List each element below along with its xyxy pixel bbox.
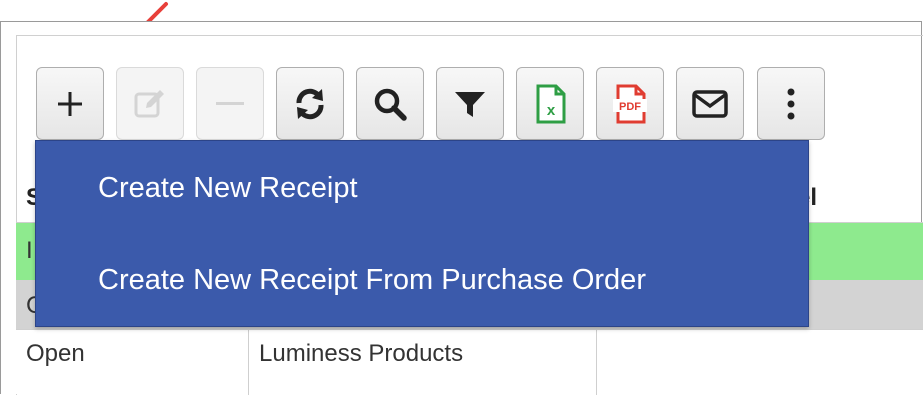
status-cell: I [26, 237, 33, 264]
refresh-button[interactable] [276, 67, 344, 140]
column-divider [596, 330, 597, 395]
filter-icon [455, 91, 485, 117]
delete-button[interactable] [196, 67, 264, 140]
pdf-file-icon: PDF [613, 84, 647, 123]
svg-text:PDF: PDF [619, 101, 641, 113]
menu-item-create-receipt-from-po[interactable]: Create New Receipt From Purchase Order [98, 264, 646, 297]
status-cell: Open [26, 340, 85, 367]
svg-text:x: x [547, 102, 556, 119]
excel-export-button[interactable]: x [516, 67, 584, 140]
more-button[interactable] [757, 67, 825, 140]
column-divider [248, 330, 249, 395]
add-button[interactable] [36, 67, 104, 140]
edit-button[interactable] [116, 67, 184, 140]
vendor-cell: Luminess Products [259, 340, 464, 367]
email-button[interactable] [676, 67, 744, 140]
more-vertical-icon [787, 88, 795, 119]
plus-icon [58, 91, 82, 116]
edit-icon [134, 89, 164, 117]
envelope-icon [692, 89, 728, 118]
add-dropdown-menu: Create New Receipt Create New Receipt Fr… [35, 140, 809, 327]
refresh-icon [296, 88, 324, 119]
table-row[interactable]: Open Luminess Products [16, 329, 923, 395]
excel-file-icon: x [536, 84, 566, 123]
menu-item-create-new-receipt[interactable]: Create New Receipt [98, 172, 358, 205]
search-icon [374, 88, 407, 121]
filter-button[interactable] [436, 67, 504, 140]
pdf-export-button[interactable]: PDF [596, 67, 664, 140]
minus-icon [216, 101, 244, 105]
search-button[interactable] [356, 67, 424, 140]
